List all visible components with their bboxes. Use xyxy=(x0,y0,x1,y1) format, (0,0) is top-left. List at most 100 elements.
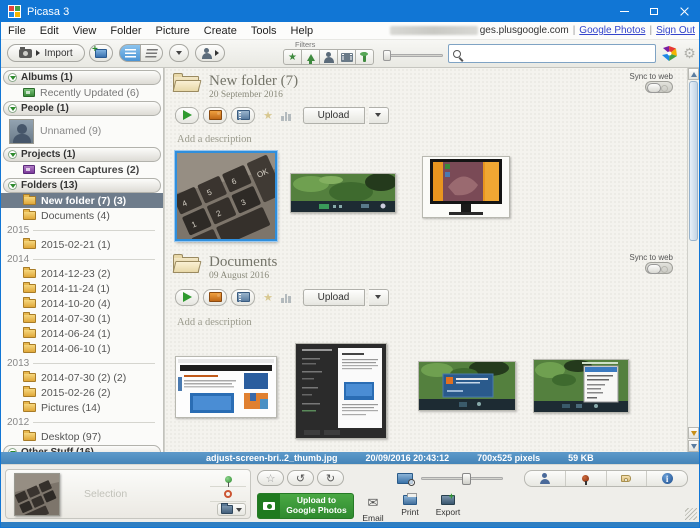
sidebar-item-folder[interactable]: 2015-02-26 (2) xyxy=(1,385,163,400)
menu-picture[interactable]: Picture xyxy=(149,25,197,37)
photo-thumbnail-monitor[interactable] xyxy=(422,156,510,218)
next-folder-button[interactable] xyxy=(688,427,699,439)
sidebar-item-recently-updated[interactable]: Recently Updated (6) xyxy=(1,85,163,100)
upload-button[interactable]: Upload xyxy=(303,289,365,306)
view-options-dropdown[interactable] xyxy=(169,44,189,62)
collapse-arrow-icon[interactable] xyxy=(8,73,17,82)
collage-button[interactable] xyxy=(203,289,227,306)
hold-pin-button[interactable] xyxy=(210,472,246,487)
filter-starred-button[interactable] xyxy=(283,49,302,65)
export-button[interactable]: Export xyxy=(431,495,465,517)
date-filter-slider[interactable] xyxy=(383,54,443,57)
filter-movies-button[interactable] xyxy=(337,49,356,65)
scroll-down-button[interactable] xyxy=(688,440,699,452)
sidebar-item-folder[interactable]: 2014-10-20 (4) xyxy=(1,296,163,311)
sidebar-item-pictures[interactable]: Pictures (14) xyxy=(1,400,163,415)
zoom-slider-handle[interactable] xyxy=(462,473,471,485)
upload-dropdown[interactable] xyxy=(369,107,389,124)
tags-button[interactable] xyxy=(606,471,647,486)
movie-button[interactable] xyxy=(231,107,255,124)
sidebar-item-desktop[interactable]: Desktop (97) xyxy=(1,429,163,444)
sign-out-link[interactable]: Sign Out xyxy=(656,25,695,36)
menu-view[interactable]: View xyxy=(66,25,104,37)
description-field[interactable]: Add a description xyxy=(177,134,252,145)
sync-to-web-toggle[interactable] xyxy=(645,262,673,274)
menu-help[interactable]: Help xyxy=(284,25,321,37)
sidebar-item-folder[interactable]: 2014-12-23 (2) xyxy=(1,266,163,281)
geotag-button[interactable] xyxy=(565,471,606,486)
filter-geotagged-button[interactable] xyxy=(355,49,374,65)
description-field[interactable]: Add a description xyxy=(177,317,252,328)
photo-thumbnail-game-dialog[interactable] xyxy=(418,361,516,411)
upload-to-google-photos-button[interactable]: Upload to Google Photos xyxy=(257,493,354,519)
scroll-up-button[interactable] xyxy=(688,68,699,80)
section-title[interactable]: Documents xyxy=(209,254,277,271)
sync-settings-button[interactable] xyxy=(681,44,698,62)
menu-file[interactable]: File xyxy=(1,25,33,37)
main-scrollbar[interactable] xyxy=(687,68,699,452)
minimize-button[interactable] xyxy=(609,1,639,22)
photo-thumbnail-webpage[interactable] xyxy=(175,356,277,418)
slider-handle[interactable] xyxy=(383,50,391,61)
add-album-button[interactable] xyxy=(89,44,113,62)
import-button[interactable]: Import xyxy=(7,44,85,62)
people-button[interactable] xyxy=(195,44,225,62)
sidebar-item-folder[interactable]: 2014-07-30 (1) xyxy=(1,311,163,326)
star-button[interactable] xyxy=(257,470,284,486)
slideshow-button[interactable] xyxy=(175,107,199,124)
sidebar-item-folder[interactable]: 2014-06-10 (1) xyxy=(1,341,163,356)
sidebar-header-other-stuff[interactable]: Other Stuff (16) xyxy=(3,445,161,452)
collapse-arrow-icon[interactable] xyxy=(8,150,17,159)
properties-button[interactable]: i xyxy=(646,471,687,486)
rotate-ccw-button[interactable] xyxy=(287,470,314,486)
sidebar-item-folder[interactable]: 2014-11-24 (1) xyxy=(1,281,163,296)
menu-edit[interactable]: Edit xyxy=(33,25,66,37)
scrollbar-thumb[interactable] xyxy=(689,81,698,241)
sidebar-item-unnamed-person[interactable]: Unnamed (9) xyxy=(1,116,163,146)
menu-tools[interactable]: Tools xyxy=(244,25,284,37)
collapse-arrow-icon[interactable] xyxy=(8,181,17,190)
sync-to-web-toggle[interactable] xyxy=(645,81,673,93)
upload-dropdown[interactable] xyxy=(369,289,389,306)
sidebar-header-albums[interactable]: Albums (1) xyxy=(3,70,161,85)
sidebar-header-projects[interactable]: Projects (1) xyxy=(3,147,161,162)
flat-view-button[interactable] xyxy=(119,44,141,62)
collage-button[interactable] xyxy=(203,107,227,124)
filter-uploaded-button[interactable] xyxy=(301,49,320,65)
sidebar-item-folder[interactable]: 2014-06-24 (1) xyxy=(1,326,163,341)
print-button[interactable]: Print xyxy=(393,495,427,517)
section-title[interactable]: New folder (7) xyxy=(209,73,298,90)
collapse-arrow-icon[interactable] xyxy=(8,104,17,113)
tree-view-button[interactable] xyxy=(141,44,163,62)
resize-grip[interactable] xyxy=(685,508,697,520)
menu-create[interactable]: Create xyxy=(197,25,244,37)
sidebar-item-screen-captures[interactable]: Screen Captures (2) xyxy=(1,162,163,177)
photo-thumbnail-game-screenshot[interactable] xyxy=(290,173,396,213)
zoom-slider[interactable] xyxy=(421,477,503,480)
remove-from-tray-button[interactable] xyxy=(210,487,246,502)
show-faces-button[interactable] xyxy=(525,471,565,486)
menu-folder[interactable]: Folder xyxy=(103,25,148,37)
email-button[interactable]: Email xyxy=(356,495,390,523)
tray-thumbnail-keyboard[interactable] xyxy=(14,473,60,516)
close-button[interactable] xyxy=(669,1,699,22)
upload-button[interactable]: Upload xyxy=(303,107,365,124)
movie-button[interactable] xyxy=(231,289,255,306)
clear-tray-button[interactable] xyxy=(217,503,246,516)
maximize-button[interactable] xyxy=(639,1,669,22)
photo-thumbnail-dark-settings[interactable] xyxy=(295,343,387,439)
slideshow-button[interactable] xyxy=(175,289,199,306)
sidebar-item-folder[interactable]: 2015-02-21 (1) xyxy=(1,237,163,252)
sidebar-item-documents[interactable]: Documents (4) xyxy=(1,208,163,223)
filter-faces-button[interactable] xyxy=(319,49,338,65)
sidebar-item-new-folder[interactable]: New folder (7) (3) xyxy=(1,193,163,208)
filters-label: Filters xyxy=(295,40,315,49)
rotate-cw-button[interactable] xyxy=(317,470,344,486)
sidebar-header-folders[interactable]: Folders (13) xyxy=(3,178,161,193)
sidebar-header-people[interactable]: People (1) xyxy=(3,101,161,116)
sidebar-item-folder[interactable]: 2014-07-30 (2) (2) xyxy=(1,370,163,385)
photo-thumbnail-keyboard[interactable]: 4 5 6 1 2 3 0 OK xyxy=(175,151,277,241)
photo-thumbnail-game-menu[interactable] xyxy=(533,359,629,413)
google-photos-link[interactable]: Google Photos xyxy=(579,25,645,36)
search-input[interactable] xyxy=(465,48,651,59)
